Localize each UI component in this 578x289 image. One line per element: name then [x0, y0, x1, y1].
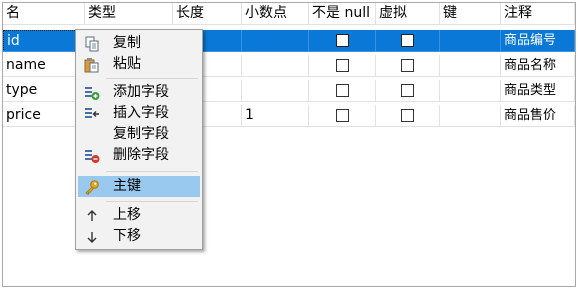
- cell-key[interactable]: [440, 80, 501, 102]
- cell-not-null[interactable]: [309, 30, 376, 52]
- cell-name-editor[interactable]: id: [3, 30, 84, 51]
- menu-item-move-up[interactable]: 上移: [78, 205, 200, 226]
- insert-field-icon: [84, 106, 100, 122]
- column-header-length[interactable]: 长度: [173, 3, 242, 25]
- menu-separator: [106, 78, 198, 79]
- key-icon: [84, 179, 100, 196]
- context-menu: 复制 粘贴 添加字段 插入字段 复制字段 删除字段 主键 上移 下移: [75, 29, 203, 250]
- not-null-checkbox[interactable]: [336, 84, 349, 97]
- column-header-virtual[interactable]: 虚拟: [376, 3, 440, 25]
- cell-decimals[interactable]: [242, 80, 309, 102]
- cell-virtual[interactable]: [376, 80, 440, 102]
- cell-comment[interactable]: 商品名称: [501, 55, 575, 77]
- menu-item-paste[interactable]: 粘贴: [78, 54, 200, 75]
- paste-icon: [84, 57, 100, 73]
- cell-not-null[interactable]: [309, 55, 376, 77]
- column-header-comment[interactable]: 注释: [501, 3, 575, 25]
- cell-virtual[interactable]: [376, 105, 440, 127]
- delete-field-icon: [84, 148, 100, 164]
- cell-virtual[interactable]: [376, 55, 440, 77]
- cell-name[interactable]: price: [3, 105, 85, 127]
- cell-name[interactable]: name: [3, 55, 85, 77]
- cell-comment[interactable]: 商品编号: [501, 30, 575, 52]
- arrow-down-icon: [84, 229, 100, 245]
- virtual-checkbox[interactable]: [401, 109, 414, 122]
- column-header-decimals[interactable]: 小数点: [242, 3, 309, 25]
- column-header-type[interactable]: 类型: [85, 3, 173, 25]
- arrow-up-icon: [84, 208, 100, 224]
- menu-separator: [106, 171, 198, 172]
- cell-key[interactable]: [440, 55, 501, 77]
- column-header-not-null[interactable]: 不是 null: [309, 3, 376, 25]
- cell-comment[interactable]: 商品售价: [501, 105, 575, 127]
- menu-item-primary-key[interactable]: 主键: [78, 176, 200, 197]
- add-field-icon: [84, 85, 100, 101]
- cell-name[interactable]: id: [3, 30, 85, 52]
- column-header-name[interactable]: 名: [3, 3, 85, 25]
- column-header-key[interactable]: 键: [440, 3, 501, 25]
- menu-item-copy[interactable]: 复制: [78, 33, 200, 54]
- cell-decimals[interactable]: [242, 30, 309, 52]
- not-null-checkbox[interactable]: [336, 109, 349, 122]
- not-null-checkbox[interactable]: [336, 34, 349, 47]
- copy-icon: [84, 36, 100, 52]
- cell-key[interactable]: [440, 105, 501, 127]
- menu-item-duplicate-field[interactable]: 复制字段: [78, 124, 200, 145]
- cell-comment[interactable]: 商品类型: [501, 80, 575, 102]
- cell-decimals[interactable]: [242, 55, 309, 77]
- virtual-checkbox[interactable]: [401, 59, 414, 72]
- cell-key[interactable]: [440, 30, 501, 52]
- not-null-checkbox[interactable]: [336, 59, 349, 72]
- cell-virtual[interactable]: [376, 30, 440, 52]
- virtual-checkbox[interactable]: [401, 84, 414, 97]
- menu-item-delete-field[interactable]: 删除字段: [78, 145, 200, 166]
- menu-separator: [106, 201, 198, 202]
- cell-not-null[interactable]: [309, 80, 376, 102]
- virtual-checkbox[interactable]: [401, 34, 414, 47]
- menu-item-move-down[interactable]: 下移: [78, 226, 200, 247]
- cell-not-null[interactable]: [309, 105, 376, 127]
- cell-name[interactable]: type: [3, 80, 85, 102]
- menu-item-add-field[interactable]: 添加字段: [78, 82, 200, 103]
- grid-header-row: 名 类型 长度 小数点 不是 null 虚拟 键 注释: [3, 3, 575, 25]
- menu-item-insert-field[interactable]: 插入字段: [78, 103, 200, 124]
- cell-decimals[interactable]: 1: [242, 105, 309, 127]
